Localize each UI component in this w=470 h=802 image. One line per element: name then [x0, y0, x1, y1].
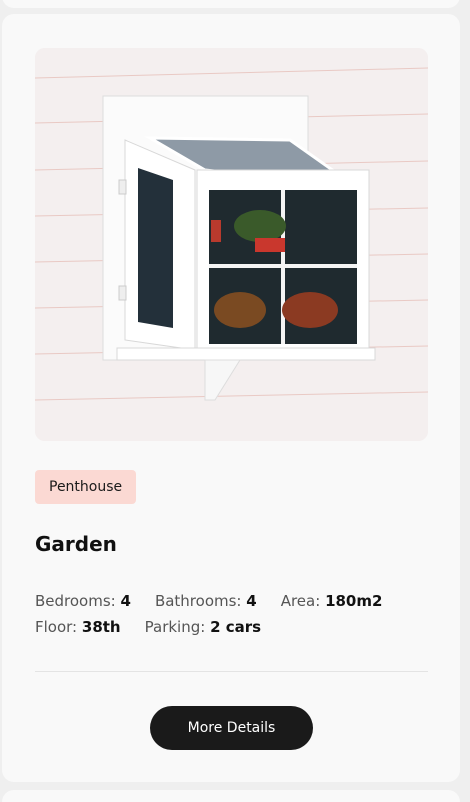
- spec-area: Area: 180m2: [280, 592, 383, 610]
- next-listing-card: [2, 790, 460, 802]
- listing-specs: Bedrooms: 4 Bathrooms: 4 Area: 180m2 Floor…: [35, 588, 435, 640]
- card-divider: [35, 671, 428, 672]
- previous-listing-card: [2, 0, 460, 8]
- category-tag: Penthouse: [35, 470, 137, 504]
- more-details-button[interactable]: More Details: [150, 706, 313, 750]
- listing-card: Penthouse Garden Bedrooms: 4 Bathrooms: 4…: [2, 14, 460, 782]
- spec-floor: Floor: 38th: [35, 618, 121, 636]
- listing-title: Garden: [35, 532, 117, 556]
- listing-photo: [35, 48, 428, 441]
- spec-bathrooms: Bathrooms: 4: [154, 592, 257, 610]
- spec-parking: Parking: 2 cars: [144, 618, 262, 636]
- spec-bedrooms: Bedrooms: 4: [35, 592, 131, 610]
